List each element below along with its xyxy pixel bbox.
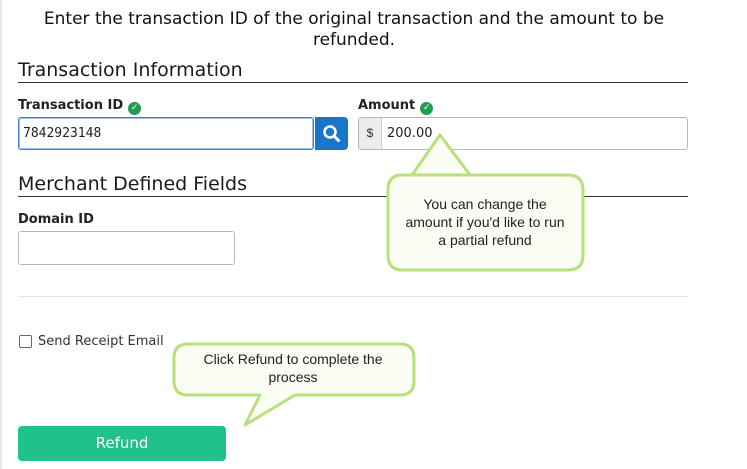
send-receipt-checkbox[interactable] — [19, 335, 32, 348]
amount-label: Amount — [358, 98, 416, 113]
refund-tip-text: Click Refund to complete the process — [203, 351, 383, 385]
transaction-id-input[interactable]: 7842923148 — [18, 117, 314, 150]
domain-id-label: Domain ID — [18, 212, 94, 227]
left-edge-divider — [0, 0, 2, 469]
domain-id-input[interactable] — [18, 231, 235, 265]
check-circle-icon: ✓ — [420, 102, 434, 115]
refund-form-page: Enter the transaction ID of the original… — [0, 0, 747, 469]
instruction-text: Enter the transaction ID of the original… — [43, 9, 665, 50]
amount-label-row: Amount ✓ — [358, 98, 434, 115]
check-circle-icon: ✓ — [128, 102, 142, 115]
form-divider — [18, 296, 688, 297]
merchant-section-rule — [18, 196, 688, 197]
amount-input[interactable]: 200.00 — [387, 118, 433, 149]
transaction-section-title: Transaction Information — [18, 59, 243, 81]
search-button[interactable] — [315, 117, 348, 150]
transaction-id-label-row: Transaction ID ✓ — [18, 98, 142, 115]
send-receipt-label[interactable]: Send Receipt Email — [38, 334, 164, 349]
transaction-section-rule — [18, 82, 688, 83]
amount-input-group[interactable]: $ 200.00 — [358, 117, 688, 150]
transaction-id-label: Transaction ID — [18, 98, 124, 113]
currency-prefix: $ — [359, 118, 382, 149]
amount-tip-text: You can change the amount if you'd like … — [405, 196, 565, 248]
merchant-section-title: Merchant Defined Fields — [18, 173, 248, 195]
search-icon — [323, 125, 340, 142]
refund-button[interactable]: Refund — [18, 426, 226, 461]
